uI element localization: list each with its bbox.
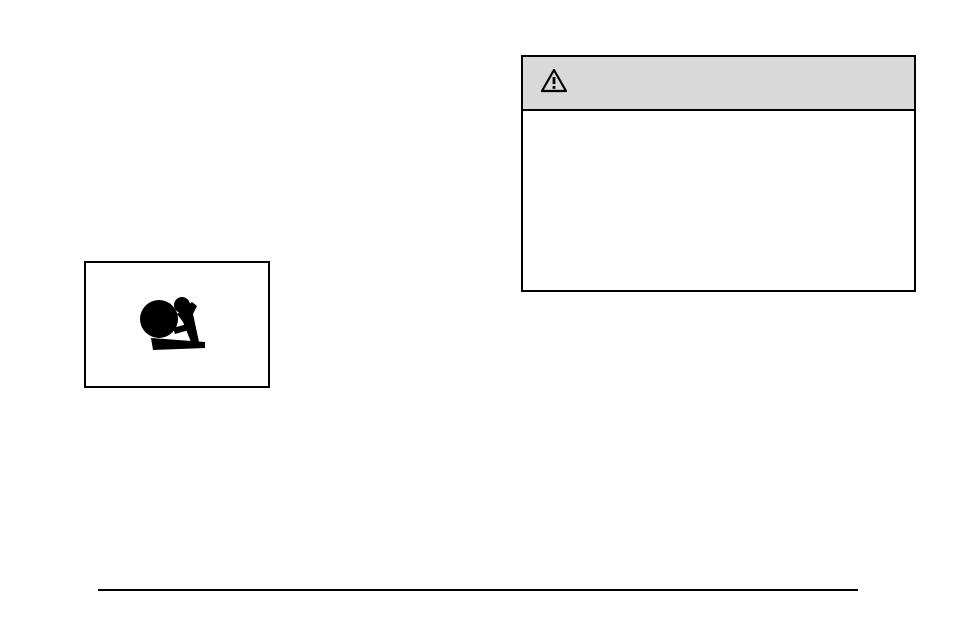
caution-box <box>521 55 916 292</box>
caution-header <box>523 57 914 111</box>
airbag-icon <box>133 292 221 357</box>
airbag-illustration-box <box>84 261 270 388</box>
caution-body <box>523 111 914 139</box>
footer-rule <box>98 589 858 591</box>
warning-triangle-icon <box>541 69 567 98</box>
